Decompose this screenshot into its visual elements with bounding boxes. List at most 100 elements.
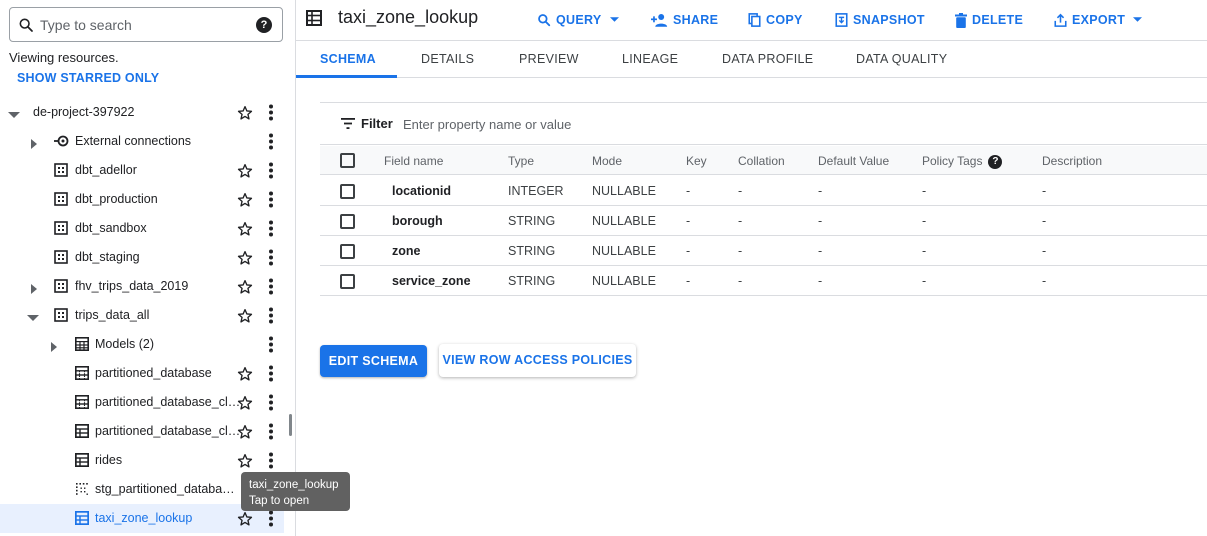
star-icon[interactable]	[237, 105, 253, 121]
query-button[interactable]: QUERY	[537, 10, 619, 30]
chevron-right-icon[interactable]	[29, 136, 39, 149]
tree-item[interactable]: dbt_staging	[0, 243, 284, 272]
tab-data-profile[interactable]: DATA PROFILE	[722, 52, 813, 66]
tree-item[interactable]: de-project-397922	[0, 98, 284, 127]
chevron-right-icon[interactable]	[49, 339, 59, 352]
star-icon[interactable]	[237, 279, 253, 295]
star-icon[interactable]	[237, 221, 253, 237]
more-vert-icon[interactable]	[265, 133, 277, 150]
header-key[interactable]: Key	[686, 154, 707, 168]
tree-item[interactable]: fhv_trips_data_2019	[0, 272, 284, 301]
tree-item-label: stg_partitioned_databa…	[95, 482, 235, 496]
more-vert-icon[interactable]	[265, 307, 277, 324]
star-icon[interactable]	[237, 250, 253, 266]
tree-item[interactable]: partitioned_database_cl…	[0, 417, 284, 446]
table-cell: STRING	[508, 274, 556, 288]
chevron-down-icon[interactable]	[8, 107, 20, 118]
row-checkbox[interactable]	[340, 214, 355, 229]
header-collation[interactable]: Collation	[738, 154, 785, 168]
tree-item[interactable]: dbt_sandbox	[0, 214, 284, 243]
models-icon	[75, 337, 89, 351]
star-icon[interactable]	[237, 424, 253, 440]
tree-item[interactable]: dbt_adellor	[0, 156, 284, 185]
copy-label: COPY	[766, 13, 803, 27]
search-input[interactable]	[40, 15, 250, 35]
tab-details[interactable]: DETAILS	[421, 52, 474, 66]
more-vert-icon[interactable]	[265, 394, 277, 411]
tree-item[interactable]: rides	[0, 446, 284, 475]
delete-label: DELETE	[972, 13, 1024, 27]
edit-schema-button[interactable]: EDIT SCHEMA	[320, 345, 427, 377]
more-vert-icon[interactable]	[265, 452, 277, 469]
more-vert-icon[interactable]	[265, 336, 277, 353]
chevron-right-icon[interactable]	[29, 281, 39, 294]
table-cell: -	[818, 214, 823, 228]
delete-button[interactable]: DELETE	[955, 10, 1023, 30]
header-mode[interactable]: Mode	[592, 154, 622, 168]
more-vert-icon[interactable]	[265, 104, 277, 121]
table-row[interactable]: locationid INTEGER NULLABLE - - - - -	[320, 176, 1207, 206]
tree-item[interactable]: dbt_production	[0, 185, 284, 214]
row-checkbox[interactable]	[340, 244, 355, 259]
select-all-checkbox[interactable]	[340, 153, 355, 168]
star-icon[interactable]	[237, 192, 253, 208]
table-icon	[74, 423, 90, 439]
table-row[interactable]: zone STRING NULLABLE - - - - -	[320, 236, 1207, 266]
explorer-scrollbar[interactable]	[289, 414, 292, 436]
row-checkbox[interactable]	[340, 184, 355, 199]
header-default-value[interactable]: Default Value	[818, 154, 889, 168]
more-vert-icon[interactable]	[265, 423, 277, 440]
table-row[interactable]: service_zone STRING NULLABLE - - - - -	[320, 266, 1207, 296]
star-icon[interactable]	[237, 453, 253, 469]
partitioned-table-icon	[75, 366, 89, 380]
more-vert-icon[interactable]	[265, 365, 277, 382]
table-row[interactable]: borough STRING NULLABLE - - - - -	[320, 206, 1207, 236]
header-field-name[interactable]: Field name	[384, 154, 443, 168]
header-policy-tags[interactable]: Policy Tags?	[922, 154, 1003, 169]
more-vert-icon[interactable]	[265, 249, 277, 266]
show-starred-only-link[interactable]: SHOW STARRED ONLY	[17, 71, 159, 85]
row-checkbox[interactable]	[340, 274, 355, 289]
copy-button[interactable]: COPY	[748, 10, 803, 30]
tree-item[interactable]: trips_data_all	[0, 301, 284, 330]
tab-lineage[interactable]: LINEAGE	[622, 52, 678, 66]
more-vert-icon[interactable]	[265, 191, 277, 208]
star-icon[interactable]	[237, 366, 253, 382]
tree-item[interactable]: partitioned_database_cl…	[0, 388, 284, 417]
export-icon	[1054, 13, 1067, 27]
tree-item-label: Models (2)	[95, 337, 155, 351]
star-icon[interactable]	[237, 308, 253, 324]
table-cell: -	[686, 244, 691, 258]
more-vert-icon[interactable]	[265, 162, 277, 179]
snapshot-button[interactable]: SNAPSHOT	[835, 10, 925, 30]
tab-data-quality[interactable]: DATA QUALITY	[856, 52, 947, 66]
tab-preview[interactable]: PREVIEW	[519, 52, 579, 66]
header-description[interactable]: Description	[1042, 154, 1102, 168]
tab-schema[interactable]: SCHEMA	[320, 52, 376, 66]
table-cell: NULLABLE	[592, 214, 656, 228]
star-icon[interactable]	[237, 395, 253, 411]
filter-input[interactable]	[403, 114, 703, 134]
more-vert-icon[interactable]	[265, 278, 277, 295]
more-vert-icon[interactable]	[265, 510, 277, 527]
filter-bar: Filter	[320, 103, 1207, 145]
table-cell: -	[922, 274, 927, 288]
view-row-access-policies-button[interactable]: VIEW ROW ACCESS POLICIES	[439, 344, 636, 377]
star-icon[interactable]	[237, 511, 253, 527]
tree-item[interactable]: Models (2)	[0, 330, 284, 359]
field-name-cell: locationid	[392, 184, 452, 198]
help-icon[interactable]: ?	[988, 154, 1003, 169]
export-button[interactable]: EXPORT	[1054, 10, 1143, 30]
header-type[interactable]: Type	[508, 154, 534, 168]
tree-item[interactable]: External connections	[0, 127, 284, 156]
chevron-down-icon[interactable]	[27, 310, 39, 321]
table-cell: -	[922, 184, 927, 198]
schema-table: Filter Field name Type Mode Key Collatio…	[320, 102, 1207, 296]
tree-item-label: dbt_staging	[75, 250, 140, 264]
help-icon[interactable]: ?	[256, 17, 272, 33]
share-button[interactable]: SHARE	[651, 10, 718, 30]
more-vert-icon[interactable]	[265, 220, 277, 237]
search-box[interactable]: ?	[9, 7, 283, 42]
tree-item[interactable]: partitioned_database	[0, 359, 284, 388]
star-icon[interactable]	[237, 163, 253, 179]
